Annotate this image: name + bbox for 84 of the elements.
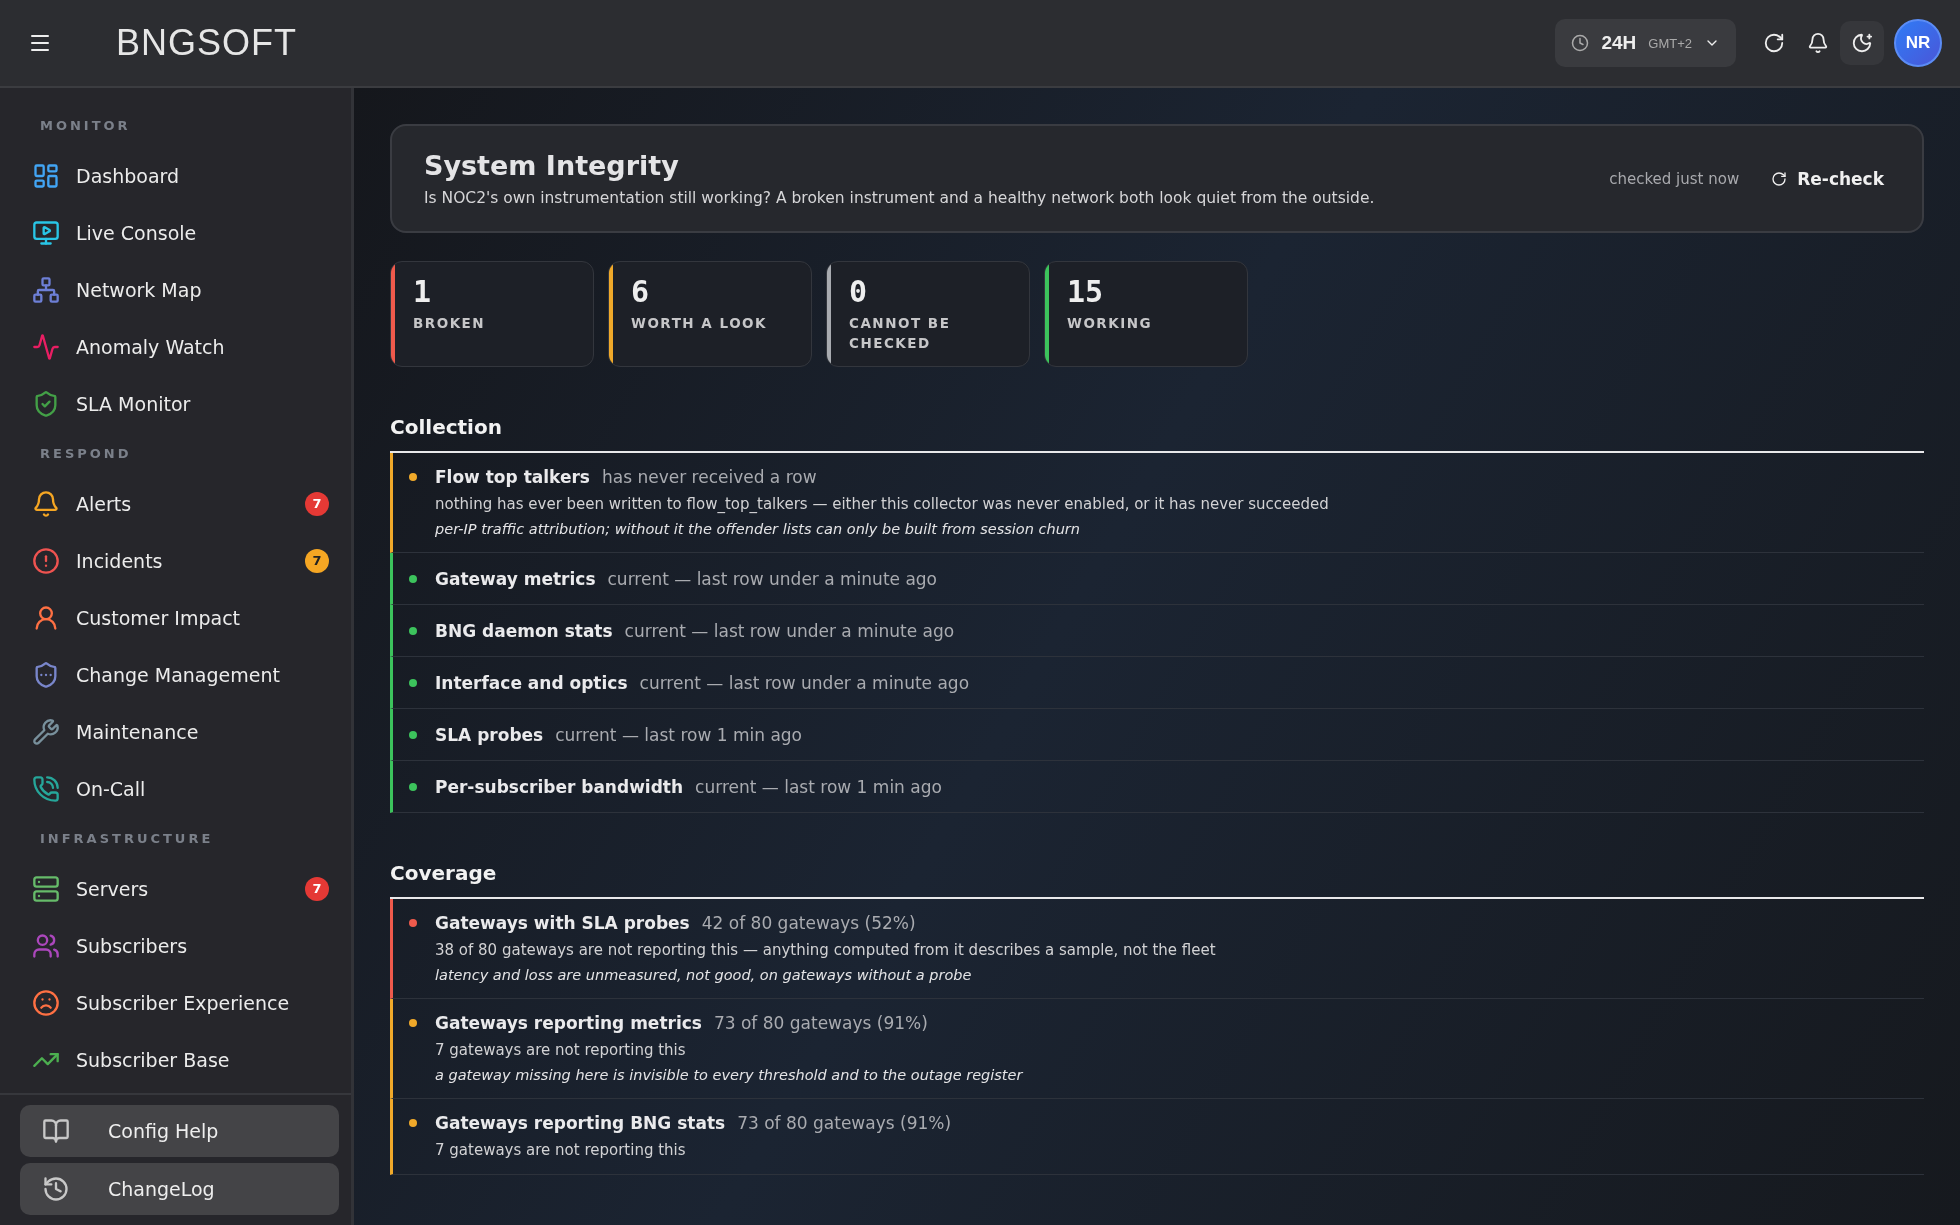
- time-range-selector[interactable]: 24H GMT+2: [1555, 19, 1736, 67]
- check-name: Gateways reporting BNG stats: [435, 1113, 726, 1133]
- check-status: current — last row 1 min ago: [555, 725, 803, 745]
- count-badge: 7: [305, 491, 329, 516]
- phone-icon: [32, 774, 60, 803]
- nav-item[interactable]: Anomaly Watch: [0, 318, 351, 375]
- nav-item[interactable]: Subscriber Experience: [0, 974, 351, 1031]
- stat-value: 6: [631, 274, 651, 309]
- recheck-button[interactable]: Re-check: [1765, 167, 1890, 190]
- check-name: Gateways with SLA probes: [435, 913, 690, 933]
- stat-label: WORTH A LOOK: [631, 314, 769, 333]
- nav-item[interactable]: Subscriber Base: [0, 1031, 351, 1088]
- nav-item[interactable]: Servers 7: [0, 860, 351, 917]
- nav-item[interactable]: Incidents 7: [0, 532, 351, 589]
- moon-icon: [1851, 32, 1873, 54]
- count-badge: 7: [305, 876, 329, 901]
- nav-item[interactable]: Dashboard: [0, 147, 351, 204]
- bell-icon: [32, 489, 60, 518]
- stat-value: 15: [1067, 274, 1105, 309]
- book-icon: [42, 1117, 70, 1145]
- refresh-icon: [1771, 170, 1788, 187]
- check-name: Per-subscriber bandwidth: [435, 777, 684, 797]
- pulse-icon: [32, 332, 60, 361]
- stat-label: BROKEN: [413, 314, 487, 333]
- check-note: per-IP traffic attribution; without it the offender lists can only be built from session churn: [434, 521, 1081, 537]
- user-avatar[interactable]: NR: [1894, 19, 1942, 67]
- footer-button[interactable]: ChangeLog: [20, 1163, 339, 1215]
- nav-section-label: MONITOR: [39, 118, 132, 135]
- users-icon: [32, 931, 60, 960]
- count-badge: 7: [305, 548, 329, 573]
- check-status: current — last row under a minute ago: [639, 673, 970, 693]
- nav-item[interactable]: SLA Monitor: [0, 375, 351, 432]
- nav-item[interactable]: Maintenance: [0, 703, 351, 760]
- check-note: a gateway missing here is invisible to every threshold and to the outage register: [434, 1067, 1024, 1083]
- network-icon: [32, 275, 60, 304]
- footer-button[interactable]: Config Help: [20, 1105, 339, 1157]
- check-status: has never received a row: [601, 467, 817, 487]
- check-status: 73 of 80 gateways (91%): [737, 1113, 952, 1133]
- check-detail: 38 of 80 gateways are not reporting this — anything computed from it describes a sample, not the fleet: [434, 941, 1217, 959]
- stat-value: 1: [413, 274, 433, 309]
- check-detail: 7 gateways are not reporting this: [434, 1041, 687, 1059]
- check-name: SLA probes: [435, 725, 544, 745]
- nav-item[interactable]: Customer Impact: [0, 589, 351, 646]
- stat-label: CANNOT BE CHECKED: [849, 314, 952, 354]
- nav-section-label: INFRASTRUCTURE: [39, 831, 215, 848]
- page-subtitle: Is NOC2's own instrumentation still working? A broken instrument and a healthy network both look quiet from the outside.: [424, 189, 1376, 207]
- check-status: current — last row 1 min ago: [695, 777, 942, 797]
- nav-item[interactable]: Change Management: [0, 646, 351, 703]
- stat-value: 0: [849, 274, 869, 309]
- refresh-icon: [1763, 32, 1785, 54]
- section-heading: Coverage: [390, 861, 1924, 899]
- check-name: Flow top talkers: [435, 467, 590, 487]
- section-heading: Collection: [390, 415, 1924, 453]
- check-detail: nothing has ever been written to flow_top_talkers — either this collector was never enabled, or it has never succeeded: [434, 495, 1330, 513]
- nav-item[interactable]: Subscribers: [0, 917, 351, 974]
- check-note: latency and loss are unmeasured, not good, on gateways without a probe: [434, 967, 973, 983]
- nav-section-label: RESPOND: [39, 446, 133, 463]
- server-icon: [32, 874, 60, 903]
- nav-item[interactable]: Alerts 7: [0, 475, 351, 532]
- nav-item[interactable]: On-Call: [0, 760, 351, 817]
- clock-icon: [1571, 34, 1590, 52]
- bell-icon: [1807, 32, 1829, 54]
- check-name: Interface and optics: [435, 673, 628, 693]
- sad-face-icon: [32, 988, 60, 1017]
- alert-icon: [32, 546, 60, 575]
- check-name: BNG daemon stats: [435, 621, 613, 641]
- check-name: Gateway metrics: [435, 569, 596, 589]
- check-status: 73 of 80 gateways (91%): [713, 1013, 928, 1033]
- stat-label: WORKING: [1067, 314, 1154, 333]
- monitor-icon: [32, 218, 60, 247]
- check-status: 42 of 80 gateways (52%): [701, 913, 916, 933]
- check-status: current — last row under a minute ago: [624, 621, 955, 641]
- nav-item[interactable]: Network Map: [0, 261, 351, 318]
- wrench-icon: [32, 717, 60, 746]
- checked-time: checked just now: [1609, 169, 1740, 188]
- nav-item[interactable]: Live Console: [0, 204, 351, 261]
- logo: BNGSOFT: [116, 22, 297, 64]
- check-detail: 7 gateways are not reporting this: [434, 1141, 687, 1159]
- history-icon: [42, 1175, 70, 1203]
- dashboard-icon: [32, 161, 60, 190]
- check-status: current — last row under a minute ago: [607, 569, 938, 589]
- check-name: Gateways reporting metrics: [435, 1013, 702, 1033]
- theme-toggle-button[interactable]: [1840, 21, 1884, 65]
- page-title: System Integrity: [424, 150, 680, 181]
